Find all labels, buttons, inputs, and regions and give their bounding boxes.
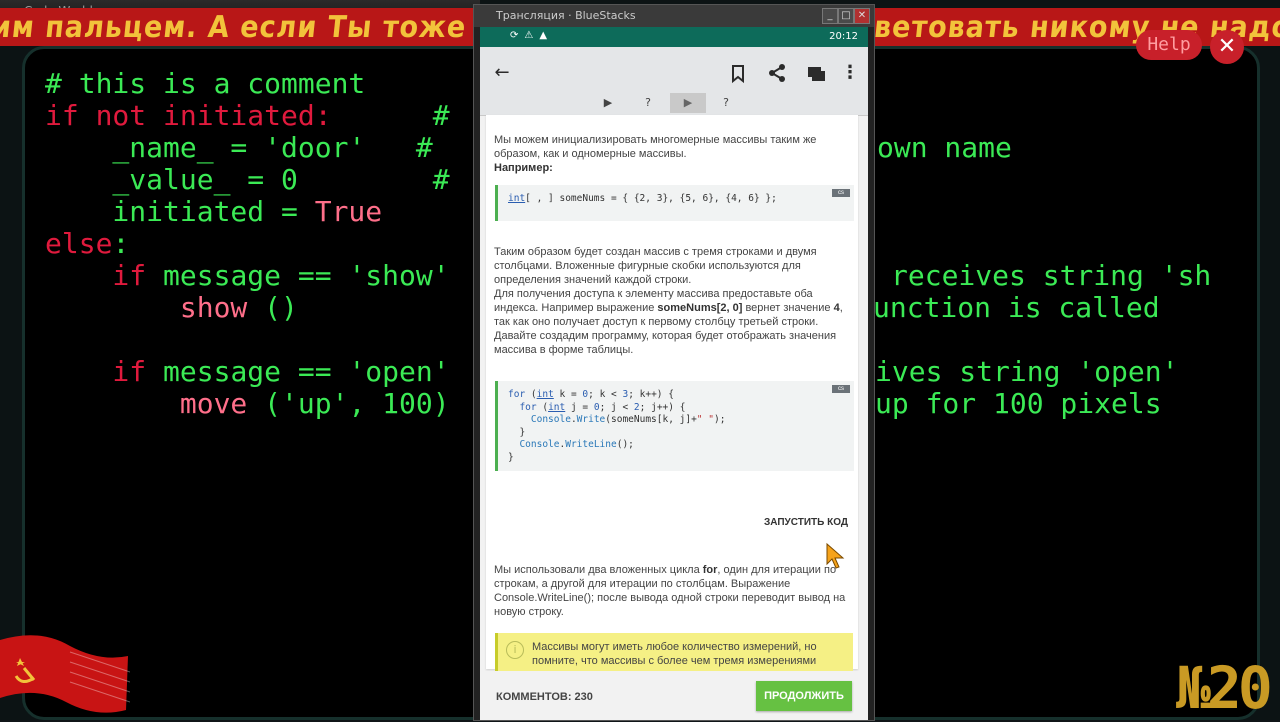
back-arrow-icon[interactable]: ← <box>488 59 516 87</box>
lesson-tabs: ▶ ? ▶ ? <box>480 93 868 113</box>
lesson-paragraph: Мы можем инициализировать многомерные ма… <box>494 134 817 174</box>
bluestacks-titlebar[interactable]: Трансляция · BlueStacks _ □ ✕ <box>474 5 874 27</box>
code-line: if not initiated: # <box>45 99 450 132</box>
continue-button[interactable]: ПРОДОЛЖИТЬ <box>756 681 852 711</box>
help-button[interactable]: Help <box>1136 30 1202 60</box>
code-token: : <box>112 227 130 260</box>
code-block: cs int[ , ] someNums = { {2, 3}, {5, 6},… <box>495 185 854 221</box>
close-icon[interactable]: ✕ <box>854 8 870 24</box>
minimize-icon[interactable]: _ <box>822 8 838 24</box>
status-time: 20:12 <box>829 31 858 42</box>
bluestacks-window[interactable]: Трансляция · BlueStacks _ □ ✕ ⟳⚠▲ 20:12 … <box>474 5 874 720</box>
red-flag-icon <box>0 635 130 713</box>
lesson-footer: КОММЕНТОВ: 230 ПРОДОЛЖИТЬ <box>480 671 868 720</box>
code-token: True <box>314 195 383 228</box>
status-notification-icons: ⟳⚠▲ <box>510 30 554 41</box>
code-line <box>45 323 62 356</box>
code-token: # <box>297 163 450 196</box>
code-token: _name_ = <box>45 131 265 164</box>
code-token: () <box>247 291 298 324</box>
code-language-tag: cs <box>832 189 850 197</box>
maximize-icon[interactable]: □ <box>838 8 854 24</box>
code-fragment-right: unction is called <box>873 291 1160 324</box>
run-code-link[interactable]: ЗАПУСТИТЬ КОД <box>764 517 848 528</box>
code-line: _name_ = 'door' # <box>45 131 433 164</box>
code-block: cs for (int k = 0; k < 3; k++) { for (in… <box>495 381 854 471</box>
mouse-cursor-icon <box>826 542 845 569</box>
code-line: _value_ = 0 # <box>45 163 450 196</box>
code-fragment-right: ives string 'open' <box>875 355 1179 388</box>
code-token: move <box>45 387 248 420</box>
code-token: ('up', 100) <box>247 387 450 420</box>
info-icon: i <box>506 641 524 659</box>
code-token: # <box>365 131 433 164</box>
code-fragment-right: own name <box>877 131 1012 164</box>
code-line: # this is a comment <box>45 67 365 100</box>
code-token: if <box>45 355 147 388</box>
code-token: if not initiated: <box>45 99 332 132</box>
more-vert-icon[interactable]: ⋮ <box>836 59 864 87</box>
comments-count[interactable]: КОММЕНТОВ: 230 <box>496 691 593 703</box>
code-line: if message == 'open' <box>45 355 450 388</box>
lesson-tab-active[interactable]: ▶ <box>670 93 706 113</box>
code-line: else: <box>45 227 129 260</box>
close-game-button[interactable]: ✕ <box>1210 30 1244 64</box>
lesson-paragraph: Мы использовали два вложенных цикла for,… <box>494 564 846 618</box>
level-number: №20 <box>1176 654 1273 722</box>
lesson-content-card: Мы можем инициализировать многомерные ма… <box>486 115 858 689</box>
lesson-paragraph: Таким образом будет создан массив с трем… <box>494 246 843 356</box>
android-screen: ← ⋮ ▶ ? ▶ ? Мы можем инициализировать мн… <box>480 47 868 720</box>
bookmark-icon[interactable] <box>724 59 752 87</box>
code-fragment-right: receives string 'sh <box>891 259 1212 292</box>
code-token: # <box>331 99 450 132</box>
app-bar: ← ⋮ ▶ ? ▶ ? <box>480 47 868 116</box>
code-token: message == 'show' <box>146 259 450 292</box>
code-language-tag: cs <box>832 385 850 393</box>
code-token: show <box>45 291 248 324</box>
code-fragment-right: up for 100 pixels <box>875 387 1162 420</box>
code-line: if message == 'show' <box>45 259 450 292</box>
lesson-tab[interactable]: ? <box>630 93 666 113</box>
code-line: initiated = True <box>45 195 382 228</box>
lesson-tab[interactable]: ▶ <box>590 93 626 113</box>
code-line: show () <box>45 291 298 324</box>
bluestacks-title: Трансляция · BlueStacks <box>496 9 636 22</box>
code-token: # this is a comment <box>45 67 366 100</box>
android-status-bar: ⟳⚠▲ 20:12 <box>480 27 868 47</box>
share-icon[interactable] <box>763 59 791 87</box>
lesson-tab[interactable]: ? <box>708 93 744 113</box>
code-token: 'door' <box>264 131 366 164</box>
code-token: else <box>45 227 113 260</box>
code-token: initiated = <box>45 195 315 228</box>
code-token: if <box>45 259 147 292</box>
code-token: _value_ = 0 <box>45 163 298 196</box>
code-line: move ('up', 100) <box>45 387 450 420</box>
comments-icon[interactable] <box>802 59 830 87</box>
code-token: message == 'open' <box>146 355 450 388</box>
